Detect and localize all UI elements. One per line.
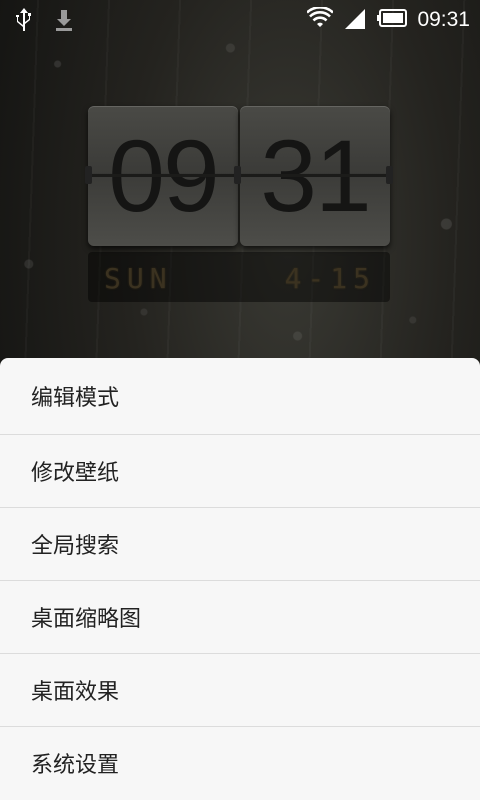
launcher-menu: 编辑模式 修改壁纸 全局搜索 桌面缩略图 桌面效果 系统设置: [0, 358, 480, 800]
menu-item-edit-mode[interactable]: 编辑模式: [0, 358, 480, 435]
status-clock: 09:31: [417, 8, 470, 31]
download-icon: [54, 7, 74, 37]
date-bar: SUN 4-15: [88, 252, 390, 302]
hours-flip-card: 09: [88, 106, 238, 246]
minutes-digits: 31: [260, 119, 371, 233]
menu-item-system-settings[interactable]: 系统设置: [0, 727, 480, 799]
usb-icon: [14, 7, 34, 37]
flip-hinge: [234, 166, 241, 184]
battery-icon: [377, 9, 408, 31]
weekday-label: SUN: [104, 262, 173, 295]
date-label: 4-15: [284, 262, 376, 295]
menu-item-desktop-thumbnails[interactable]: 桌面缩略图: [0, 581, 480, 654]
menu-item-desktop-effects[interactable]: 桌面效果: [0, 654, 480, 727]
flip-clock-widget[interactable]: 09 31 SUN 4-15: [85, 106, 393, 302]
wifi-icon: [306, 6, 335, 33]
hours-digits: 09: [108, 119, 219, 233]
flip-hinge: [386, 166, 393, 184]
minutes-flip-card: 31: [240, 106, 390, 246]
flip-hinge: [85, 166, 92, 184]
menu-item-change-wallpaper[interactable]: 修改壁纸: [0, 435, 480, 508]
status-bar: 09:31: [0, 0, 480, 40]
home-screen: 09:31 09 31 SUN 4-15 编辑模式 修改壁纸 全局搜索 桌面缩略…: [0, 0, 480, 800]
menu-item-global-search[interactable]: 全局搜索: [0, 508, 480, 581]
signal-icon: [343, 7, 367, 33]
